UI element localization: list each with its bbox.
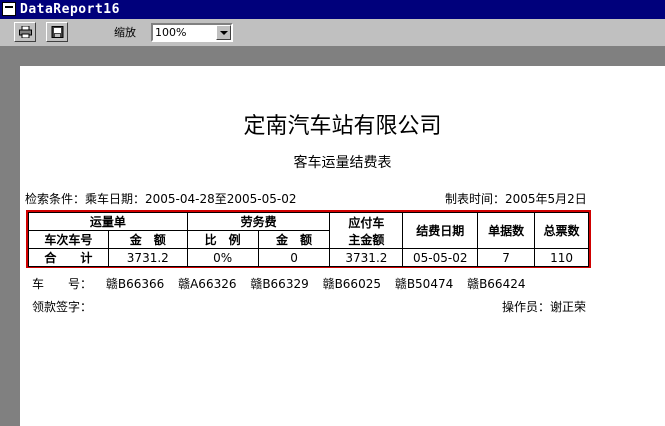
zoom-value: 100% <box>155 26 187 39</box>
total-ratio: 0% <box>186 248 259 267</box>
title-bar: DataReport16 <box>0 0 665 19</box>
export-button[interactable] <box>46 22 68 42</box>
total-payable: 3731.2 <box>329 248 404 267</box>
header-payable-line2: 主金额 <box>348 232 385 247</box>
zoom-select[interactable]: 100% <box>151 23 233 42</box>
report-page: 定南汽车站有限公司 客车运量结费表 检索条件：乘车日期：2005-04-28至2… <box>20 66 665 426</box>
plate-item: 赣B50474 <box>394 277 454 291</box>
toolbar: 缩放 100% <box>0 19 665 47</box>
total-tickets: 110 <box>534 248 589 267</box>
report-table-frame: 运量单 劳务费 应付车 主金额 结费日期 单据数 总票数 车次车号 金 额 比 … <box>26 210 591 268</box>
header-fee-amount: 金 额 <box>257 230 331 249</box>
report-subtitle: 客车运量结费表 <box>293 155 392 171</box>
total-amount: 3731.2 <box>107 248 188 267</box>
search-condition: 检索条件：乘车日期：2005-04-28至2005-05-02 <box>25 192 297 206</box>
total-fee: 0 <box>257 248 331 267</box>
plate-item: 赣A66326 <box>178 277 237 291</box>
export-icon <box>51 26 64 38</box>
plate-item: 赣B66329 <box>250 277 309 291</box>
header-service-fee: 劳务费 <box>186 212 331 231</box>
header-settle-date: 结费日期 <box>402 212 479 249</box>
window-title: DataReport16 <box>20 2 120 17</box>
header-ratio: 比 例 <box>186 230 259 249</box>
total-settle-date: 05-05-02 <box>402 248 479 267</box>
company-name: 定南汽车站有限公司 <box>243 114 442 139</box>
header-payable: 应付车 主金额 <box>329 212 404 249</box>
window-icon[interactable] <box>2 2 16 16</box>
sign-label: 领款签字： <box>32 300 93 314</box>
operator: 操作员：谢正荣 <box>502 300 587 314</box>
header-waybill: 运量单 <box>28 212 188 231</box>
total-doc-count: 7 <box>477 248 536 267</box>
plates-label: 车 号： <box>32 277 93 291</box>
header-trip: 车次车号 <box>28 230 109 249</box>
plate-item: 赣B66025 <box>322 277 381 291</box>
printer-icon <box>19 26 32 38</box>
header-amount: 金 额 <box>107 230 188 249</box>
report-table: 运量单 劳务费 应付车 主金额 结费日期 单据数 总票数 车次车号 金 额 比 … <box>28 212 589 267</box>
zoom-label: 缩放 <box>114 26 136 39</box>
made-time: 制表时间：2005年5月2日 <box>445 192 587 206</box>
header-doc-count: 单据数 <box>477 212 536 249</box>
plate-item: 赣B66366 <box>105 277 165 291</box>
report-viewport[interactable]: 定南汽车站有限公司 客车运量结费表 检索条件：乘车日期：2005-04-28至2… <box>0 47 665 426</box>
header-payable-line1: 应付车 <box>348 215 385 230</box>
plates-line: 车 号： 赣B66366 赣A66326 赣B66329 赣B66025 赣B5… <box>32 275 535 292</box>
plate-item: 赣B66424 <box>467 277 526 291</box>
print-button[interactable] <box>14 22 36 42</box>
table-row-total: 合 计 3731.2 0% 0 3731.2 05-05-02 7 110 <box>28 248 589 267</box>
chevron-down-icon[interactable] <box>216 25 231 40</box>
header-total-tickets: 总票数 <box>534 212 589 249</box>
total-label: 合 计 <box>28 248 109 267</box>
